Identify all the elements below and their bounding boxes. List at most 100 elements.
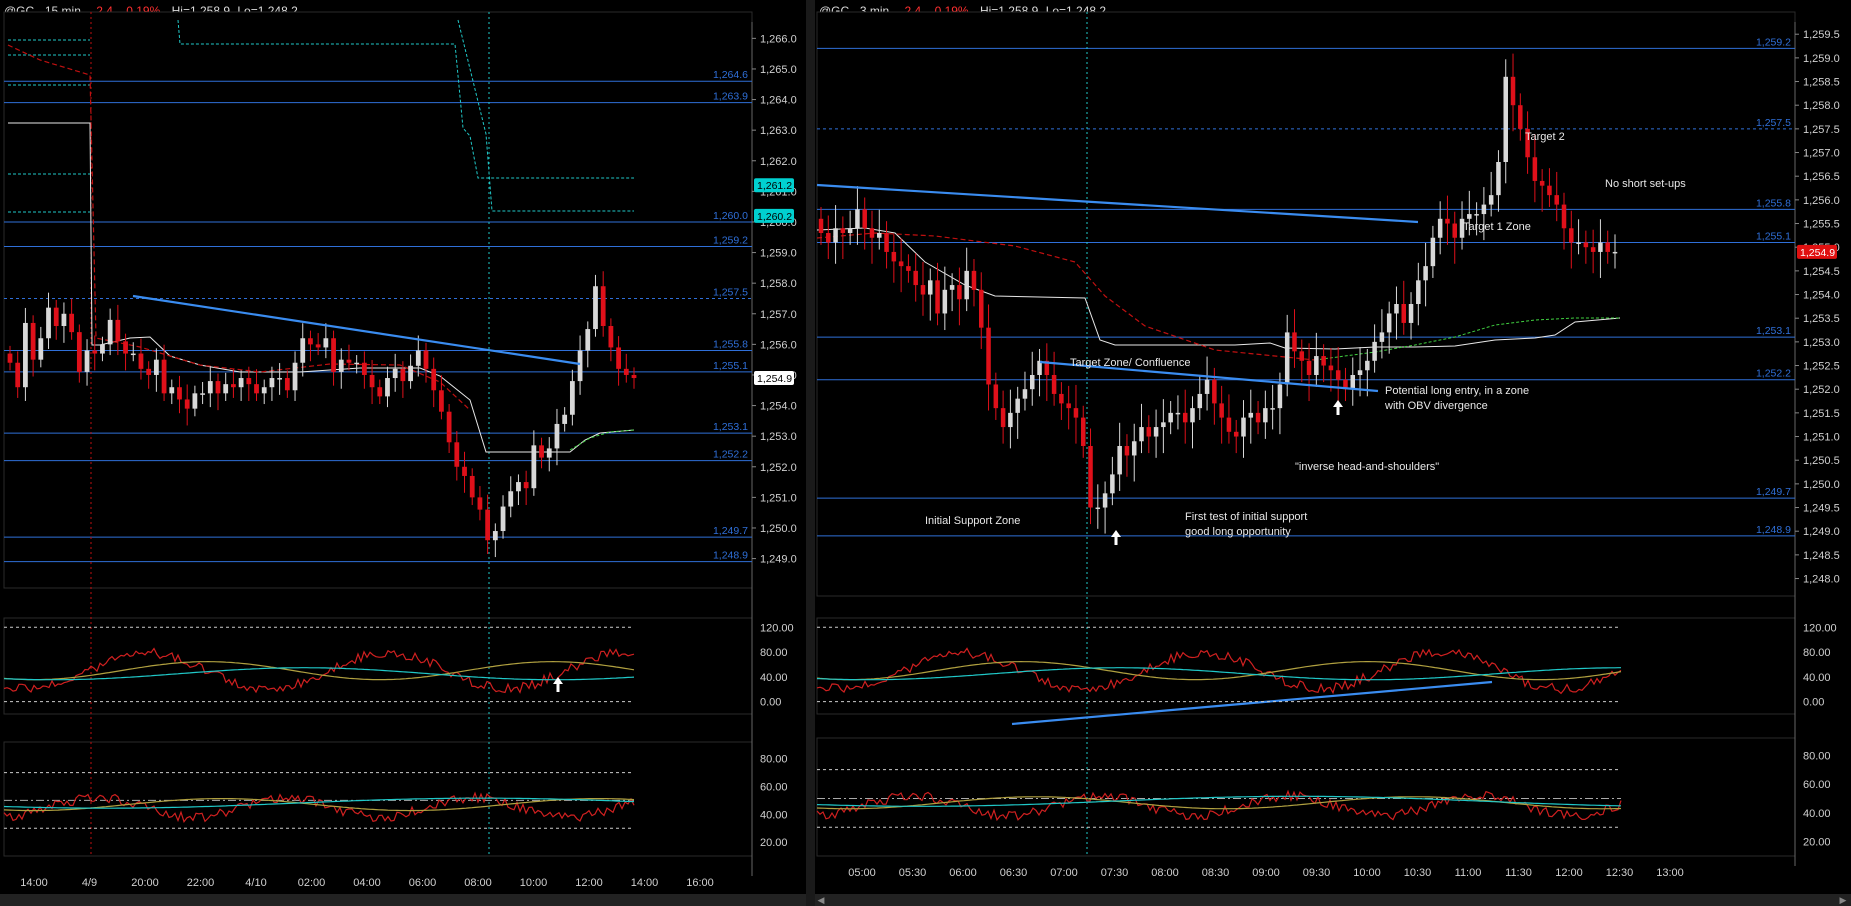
- price-tick-label: 1,259.0: [760, 248, 797, 260]
- candle: [1124, 446, 1130, 456]
- chart-window-3min[interactable]: @GC - 3 min -2.4 -0.19% Hi=1,258.9 Lo=1,…: [815, 0, 1851, 906]
- scroll-left-icon[interactable]: ◀: [815, 894, 827, 906]
- candle: [891, 251, 897, 262]
- candle: [408, 365, 413, 382]
- candle: [331, 338, 336, 372]
- candle: [492, 531, 498, 541]
- candle: [569, 381, 575, 415]
- horizontal-scrollbar[interactable]: [0, 894, 806, 906]
- candle: [913, 270, 918, 286]
- candle: [1365, 360, 1370, 371]
- candle: [949, 285, 955, 290]
- candle: [562, 414, 568, 424]
- candle: [986, 327, 991, 385]
- indicator-tick-label: 80.00: [1803, 647, 1831, 659]
- candle: [877, 233, 882, 238]
- candle: [1335, 370, 1341, 380]
- candle: [546, 448, 552, 458]
- candle: [862, 209, 867, 229]
- candle: [920, 285, 926, 295]
- chart-canvas[interactable]: 1,264.6 1,263.9 1,260.0 1,259.2 1,257.5 1,255…: [0, 0, 806, 906]
- price-tick-label: 1,258.0: [1803, 100, 1840, 112]
- price-tick-label: 1,251.5: [1803, 408, 1840, 420]
- candle: [869, 228, 875, 238]
- time-tick-label: 06:30: [1000, 867, 1028, 879]
- time-tick-label: 11:00: [1455, 867, 1482, 879]
- candle: [1467, 214, 1472, 219]
- candle: [1168, 412, 1173, 423]
- chart-annotation: "inverse head-and-shoulders": [1295, 461, 1439, 473]
- candle: [400, 368, 406, 382]
- candle: [115, 319, 121, 342]
- candle: [61, 313, 67, 327]
- candle: [608, 326, 614, 348]
- chart-annotation: No short set-ups: [1605, 178, 1686, 190]
- candle: [46, 307, 51, 339]
- indicator-tick-label: 0.00: [760, 697, 781, 709]
- chart-canvas[interactable]: 1,259.2 1,257.5 1,255.8 1,255.1 1,253.1 1,252…: [815, 0, 1851, 906]
- level-label: 1,255.8: [713, 338, 748, 350]
- candle: [1510, 76, 1516, 106]
- candle: [993, 384, 999, 409]
- time-tick-label: 09:30: [1303, 867, 1331, 879]
- indicator-tick-label: 40.00: [760, 672, 788, 684]
- candle: [92, 350, 98, 354]
- candle: [1314, 356, 1319, 375]
- scroll-right-icon[interactable]: ▶: [1837, 894, 1849, 906]
- horizontal-scrollbar[interactable]: [815, 894, 1851, 906]
- candle: [884, 233, 889, 252]
- chart-window-15min[interactable]: @GC - 15 min -2.4 -0.19% Hi=1,258.9 Lo=1…: [0, 0, 807, 906]
- time-tick-label: 08:30: [1202, 867, 1230, 879]
- indicator-tick-label: 120.00: [1803, 622, 1837, 634]
- chart-annotation: Initial Support Zone: [925, 515, 1020, 527]
- candle: [1379, 332, 1385, 342]
- candle: [928, 280, 933, 295]
- candle: [1263, 408, 1268, 423]
- candle: [1226, 417, 1232, 432]
- level-label: 1,249.7: [1756, 486, 1791, 498]
- window-splitter[interactable]: [806, 0, 815, 906]
- price-tick-label: 1,249.0: [760, 554, 797, 566]
- candle: [261, 387, 267, 394]
- candle: [238, 378, 244, 388]
- price-tick-label: 1,248.0: [1803, 574, 1840, 586]
- price-tick-label: 1,252.5: [1803, 361, 1840, 373]
- candle: [84, 350, 90, 372]
- candle: [500, 506, 506, 532]
- candle: [1561, 204, 1567, 229]
- candle: [385, 378, 390, 397]
- candle: [1197, 393, 1203, 409]
- candle: [1073, 408, 1079, 418]
- price-flag-label: 1,254.9: [757, 373, 792, 385]
- candle: [1284, 332, 1290, 385]
- candle: [1612, 251, 1618, 254]
- time-tick-label: 04:00: [353, 877, 381, 889]
- level-label: 1,264.6: [713, 69, 748, 81]
- time-tick-label: 16:00: [686, 877, 714, 889]
- time-tick-label: 12:30: [1606, 867, 1634, 879]
- candle: [1182, 412, 1188, 423]
- candle: [1095, 507, 1101, 510]
- candle: [138, 353, 144, 369]
- candle: [1102, 493, 1108, 508]
- level-label: 1,255.1: [1756, 230, 1791, 242]
- candle: [1394, 304, 1399, 314]
- candle: [161, 359, 167, 394]
- candle: [1110, 474, 1115, 494]
- candle: [1547, 185, 1552, 196]
- candle: [315, 344, 321, 348]
- candle: [600, 286, 606, 327]
- candle: [246, 378, 252, 385]
- indicator-tick-label: 60.00: [760, 781, 788, 793]
- candle: [957, 285, 962, 300]
- price-tick-label: 1,265.0: [760, 64, 797, 76]
- price-tick-label: 1,250.0: [1803, 479, 1840, 491]
- price-tick-label: 1,252.0: [760, 462, 797, 474]
- candle: [1219, 403, 1224, 418]
- candle: [292, 362, 298, 391]
- candle: [192, 393, 198, 409]
- candle: [978, 289, 984, 328]
- price-tick-label: 1,258.0: [760, 278, 797, 290]
- candle: [539, 445, 544, 458]
- price-tick-label: 1,257.0: [1803, 148, 1840, 160]
